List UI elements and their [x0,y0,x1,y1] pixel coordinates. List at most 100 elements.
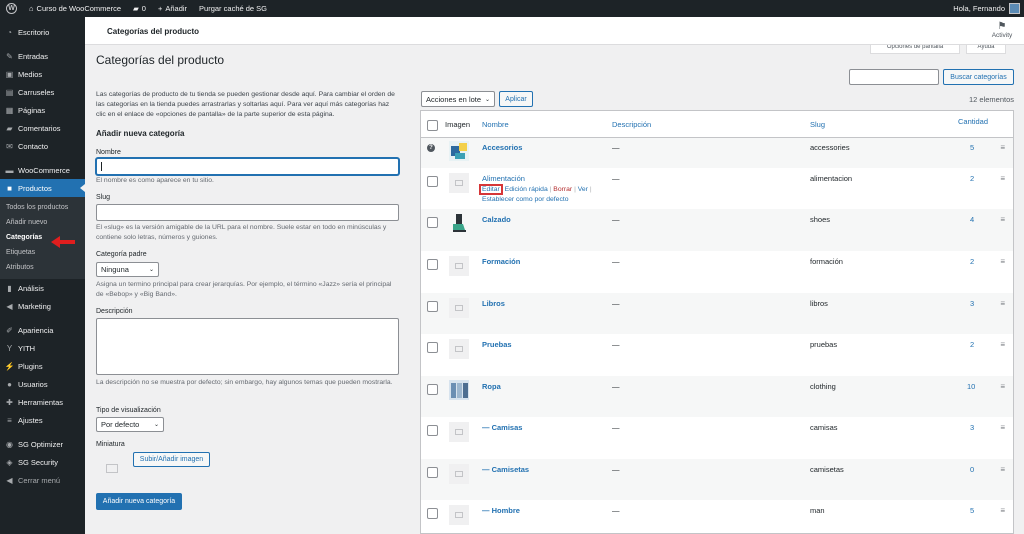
avatar[interactable] [1009,3,1020,14]
sidebar-item-usuarios[interactable]: ● Usuarios [0,375,85,393]
column-name[interactable]: Nombre [482,120,509,129]
sidebar-item-label: Cerrar menú [18,475,61,485]
row-checkbox[interactable] [427,259,438,270]
category-count-link[interactable]: 5 [970,143,974,152]
drag-handle-icon[interactable]: ≡ [1000,257,1005,266]
site-name-link[interactable]: ⌂ Curso de WooCommerce [23,0,127,17]
sidebar-item-herramientas[interactable]: ✚ Herramientas [0,393,85,411]
row-checkbox[interactable] [427,342,438,353]
category-name-link[interactable]: Alimentación [482,174,525,183]
sidebar-item-escritorio[interactable]: ◔ Escritorio [0,23,85,41]
comments-link[interactable]: ▰ 0 [127,0,152,17]
bulk-actions-select[interactable]: Acciones en lote ⌄ [421,91,495,107]
activity-button[interactable]: ⚑ Activity [990,22,1014,40]
category-name-link[interactable]: Ropa [482,382,501,391]
sidebar-item-woocommerce[interactable]: ▬ WooCommerce [0,161,85,179]
category-count-link[interactable]: 0 [970,465,974,474]
sidebar-item-paginas[interactable]: ▦ Páginas [0,101,85,119]
sidebar-item-ajustes[interactable]: ≡ Ajustes [0,411,85,429]
sidebar-item-analisis[interactable]: ▮ Análisis [0,279,85,297]
edit-link[interactable]: Editar [479,184,503,195]
category-count-link[interactable]: 2 [970,174,974,183]
sidebar-item-marketing[interactable]: ◀ Marketing [0,297,85,315]
image-placeholder-icon [455,346,463,352]
slug-field[interactable] [96,204,399,221]
sidebar-item-carruseles[interactable]: ▤ Carruseles [0,83,85,101]
category-slug: clothing [810,382,836,391]
sidebar-item-apariencia[interactable]: ✐ Apariencia [0,321,85,339]
drag-handle-icon[interactable]: ≡ [1000,299,1005,308]
help-icon[interactable]: ? [427,144,435,152]
row-checkbox[interactable] [427,301,438,312]
row-checkbox[interactable] [427,508,438,519]
set-default-link[interactable]: Establecer como por defecto [482,196,569,203]
category-count-link[interactable]: 2 [970,340,974,349]
drag-handle-icon[interactable]: ≡ [1000,506,1005,515]
category-name-link[interactable]: — Camisetas [482,465,529,474]
submenu-atributos[interactable]: Atributos [0,260,85,275]
row-checkbox[interactable] [427,425,438,436]
category-name-link[interactable]: Pruebas [482,340,512,349]
display-type-select[interactable]: Por defecto ⌄ [96,417,164,432]
apply-button[interactable]: Aplicar [499,91,533,107]
add-category-submit-button[interactable]: Añadir nueva categoría [96,493,182,510]
user-greeting[interactable]: Hola, Fernando [953,4,1005,13]
placeholder-thumbnail [449,422,469,442]
drag-handle-icon[interactable]: ≡ [1000,215,1005,224]
sidebar-item-entradas[interactable]: ✎ Entradas [0,47,85,65]
category-count-link[interactable]: 4 [970,215,974,224]
category-name-link[interactable]: Libros [482,299,505,308]
sidebar-item-cerrar-menu[interactable]: ◀ Cerrar menú [0,471,85,489]
category-count-link[interactable]: 2 [970,257,974,266]
view-link[interactable]: Ver [578,186,588,193]
sidebar-item-sg-security[interactable]: ◈ SG Security [0,453,85,471]
description-textarea[interactable] [96,318,399,375]
select-all-checkbox[interactable] [427,120,438,131]
row-checkbox[interactable] [427,217,438,228]
column-slug[interactable]: Slug [810,120,825,129]
drag-handle-icon[interactable]: ≡ [1000,465,1005,474]
wordpress-logo-icon[interactable]: W [0,0,23,17]
category-name-link[interactable]: Calzado [482,215,511,224]
parent-label: Categoría padre [96,251,147,258]
drag-handle-icon[interactable]: ≡ [1000,423,1005,432]
name-field[interactable] [96,158,399,175]
category-count-link[interactable]: 5 [970,506,974,515]
sidebar-item-productos[interactable]: ■ Productos [0,179,85,197]
sidebar-item-sg-optimizer[interactable]: ◉ SG Optimizer [0,435,85,453]
delete-link[interactable]: Borrar [553,186,572,193]
submenu-anadir-nuevo[interactable]: Añadir nuevo [0,215,85,230]
add-new-link[interactable]: + Añadir [152,0,193,17]
category-count-link[interactable]: 3 [970,423,974,432]
screen-options-tab[interactable]: Opciones de pantalla [870,45,960,54]
drag-handle-icon[interactable]: ≡ [1000,340,1005,349]
sidebar-item-comentarios[interactable]: ▰ Comentarios [0,119,85,137]
row-checkbox[interactable] [427,176,438,187]
drag-handle-icon[interactable]: ≡ [1000,174,1005,183]
category-name-link[interactable]: — Camisas [482,423,522,432]
row-checkbox[interactable] [427,384,438,395]
search-button[interactable]: Buscar categorías [943,69,1014,85]
category-name-link[interactable]: Accesorios [482,143,522,152]
category-count-link[interactable]: 3 [970,299,974,308]
row-checkbox[interactable] [427,467,438,478]
user-icon: ● [7,379,12,389]
sidebar-item-plugins[interactable]: ⚡ Plugins [0,357,85,375]
quick-edit-link[interactable]: Edición rápida [505,186,548,193]
column-count[interactable]: Cantidad [958,117,988,126]
category-name-link[interactable]: — Hombre [482,506,520,515]
drag-handle-icon[interactable]: ≡ [1000,143,1005,152]
sidebar-item-medios[interactable]: ▣ Medios [0,65,85,83]
category-count-link[interactable]: 10 [967,382,975,391]
column-description[interactable]: Descripción [612,120,651,129]
upload-image-button[interactable]: Subir/Añadir imagen [133,452,210,467]
help-tab[interactable]: Ayuda [966,45,1006,54]
category-name-link[interactable]: Formación [482,257,520,266]
purge-cache-link[interactable]: Purgar caché de SG [193,0,273,17]
submenu-todos-productos[interactable]: Todos los productos [0,200,85,215]
parent-select[interactable]: Ninguna ⌄ [96,262,159,277]
drag-handle-icon[interactable]: ≡ [1000,382,1005,391]
sidebar-item-yith[interactable]: Y YITH [0,339,85,357]
search-input[interactable] [849,69,939,85]
sidebar-item-contacto[interactable]: ✉ Contacto [0,137,85,155]
